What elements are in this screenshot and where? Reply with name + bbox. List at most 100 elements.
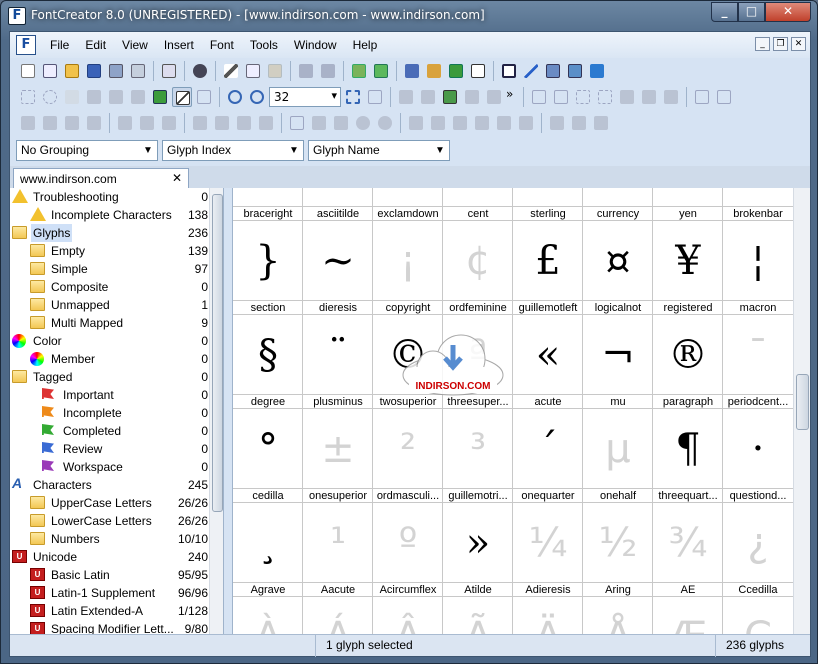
autospacing-icon[interactable] [402, 61, 422, 81]
tree-item[interactable]: Member 0 [10, 350, 208, 368]
tree-scrollbar[interactable] [209, 188, 223, 634]
glyph-cell[interactable]: ¦ [723, 222, 793, 300]
maximize-button[interactable]: □ [738, 2, 765, 22]
mdi-minimize-button[interactable]: _ [755, 37, 770, 51]
zoom-out-icon[interactable] [247, 87, 267, 107]
glyph-cell[interactable]: · [723, 410, 793, 488]
scale-icon[interactable] [472, 113, 492, 133]
round-icon[interactable] [516, 113, 536, 133]
tree-item[interactable]: Important 0 [10, 386, 208, 404]
hinting-icon[interactable] [714, 87, 734, 107]
tree-item[interactable]: Unmapped 1 [10, 296, 208, 314]
intersect-icon[interactable] [62, 113, 82, 133]
glyph-cell[interactable]: µ [583, 410, 653, 488]
eraser-icon[interactable] [309, 113, 329, 133]
new-icon[interactable] [18, 61, 38, 81]
menu-file[interactable]: File [42, 38, 77, 52]
copy-icon[interactable] [243, 61, 263, 81]
menu-font[interactable]: Font [202, 38, 242, 52]
glyph-cell[interactable]: À [233, 598, 303, 634]
grouping-select[interactable]: No Grouping ▼ [16, 139, 158, 161]
guideline-icon[interactable] [551, 87, 571, 107]
insert-characters-icon[interactable] [371, 61, 391, 81]
glyph-cell[interactable]: ¼ [513, 504, 583, 582]
glyph-cell[interactable]: ¢ [443, 222, 513, 300]
menu-edit[interactable]: Edit [77, 38, 114, 52]
glyph-cell[interactable]: « [513, 316, 583, 394]
glyph-cell[interactable]: Ä [513, 598, 583, 634]
redo-icon[interactable] [318, 61, 338, 81]
distribute-icon[interactable] [256, 113, 276, 133]
test-font-icon[interactable] [543, 61, 563, 81]
tree-item[interactable]: Workspace 0 [10, 458, 208, 476]
minimize-button[interactable]: _ [711, 2, 738, 22]
glyph-scrollbar-thumb[interactable] [796, 374, 809, 430]
pane-splitter[interactable] [224, 188, 232, 634]
glyph-image-icon[interactable] [150, 87, 170, 107]
glyph-cell[interactable]: £ [513, 188, 583, 206]
contour-icon[interactable] [462, 87, 482, 107]
glyph-cell[interactable]: ¶ [653, 410, 723, 488]
open-folder-icon[interactable] [62, 61, 82, 81]
close-button[interactable]: ✕ [765, 2, 811, 22]
tree-item[interactable]: Color 0 [10, 332, 208, 350]
menu-insert[interactable]: Insert [156, 38, 202, 52]
save-all-icon[interactable] [106, 61, 126, 81]
layer-a-icon[interactable] [547, 113, 567, 133]
close-icon[interactable]: ✕ [172, 171, 182, 185]
undo-icon[interactable] [296, 61, 316, 81]
tree-item[interactable]: Incomplete Characters 138 [10, 206, 208, 224]
snap-icon[interactable] [595, 87, 615, 107]
glyph-cell[interactable]: { [583, 188, 653, 206]
weight-icon[interactable] [661, 87, 681, 107]
glyph-cell[interactable]: ¦ [723, 188, 793, 206]
move-icon[interactable] [494, 113, 514, 133]
glyph-cell[interactable]: ¹ [303, 504, 373, 582]
cut-icon[interactable] [221, 61, 241, 81]
tree-item[interactable]: U Basic Latin 95/95 [10, 566, 208, 584]
glyph-cell[interactable]: ® [653, 316, 723, 394]
anchor-icon[interactable] [639, 87, 659, 107]
glyph-cell[interactable]: ¤ [583, 222, 653, 300]
glyph-cell[interactable]: Æ [653, 598, 723, 634]
layer-b-icon[interactable] [569, 113, 589, 133]
glyph-cell[interactable]: £ [513, 222, 583, 300]
web-preview-icon[interactable] [565, 61, 585, 81]
tree-item[interactable]: Simple 97 [10, 260, 208, 278]
grid-icon[interactable] [529, 87, 549, 107]
pen-icon[interactable] [84, 87, 104, 107]
glyph-cell[interactable]: Ã [443, 598, 513, 634]
overflow-chevron-icon[interactable]: » [506, 87, 518, 107]
export-icon[interactable] [128, 61, 148, 81]
tree-item[interactable]: U Latin Extended-A 1/128 [10, 602, 208, 620]
new-from-template-icon[interactable] [40, 61, 60, 81]
glyph-cell[interactable]: Â [373, 598, 443, 634]
glyph-cell[interactable]: ´ [513, 410, 583, 488]
hand-icon[interactable] [62, 87, 82, 107]
print-icon[interactable] [159, 61, 179, 81]
tree-item[interactable]: Completed 0 [10, 422, 208, 440]
mirror-left-icon[interactable] [406, 113, 426, 133]
align-icon[interactable] [617, 87, 637, 107]
node-tool-icon[interactable] [418, 87, 438, 107]
brush-icon[interactable] [106, 87, 126, 107]
tree-item[interactable]: Numbers 10/10 [10, 530, 208, 548]
tree-item[interactable]: U Unicode 240 [10, 548, 208, 566]
rotate-icon[interactable] [353, 113, 373, 133]
lasso-icon[interactable] [40, 87, 60, 107]
glyph-cell[interactable]: Á [303, 598, 373, 634]
glyph-cell[interactable]: ¸ [233, 504, 303, 582]
outline-view-icon[interactable] [194, 87, 214, 107]
glyph-cell[interactable]: ~ [303, 222, 373, 300]
add-glyph-icon[interactable] [349, 61, 369, 81]
glyph-cell[interactable]: § [233, 316, 303, 394]
align-right-icon[interactable] [159, 113, 179, 133]
zoom-actual-icon[interactable] [365, 87, 385, 107]
paste-icon[interactable] [265, 61, 285, 81]
mdi-restore-button[interactable]: ❐ [773, 37, 788, 51]
tree-item[interactable]: Multi Mapped 9 [10, 314, 208, 332]
tree-item[interactable]: Empty 139 [10, 242, 208, 260]
flip-icon[interactable] [375, 113, 395, 133]
component-tree-icon[interactable] [692, 87, 712, 107]
pattern-icon[interactable] [331, 113, 351, 133]
